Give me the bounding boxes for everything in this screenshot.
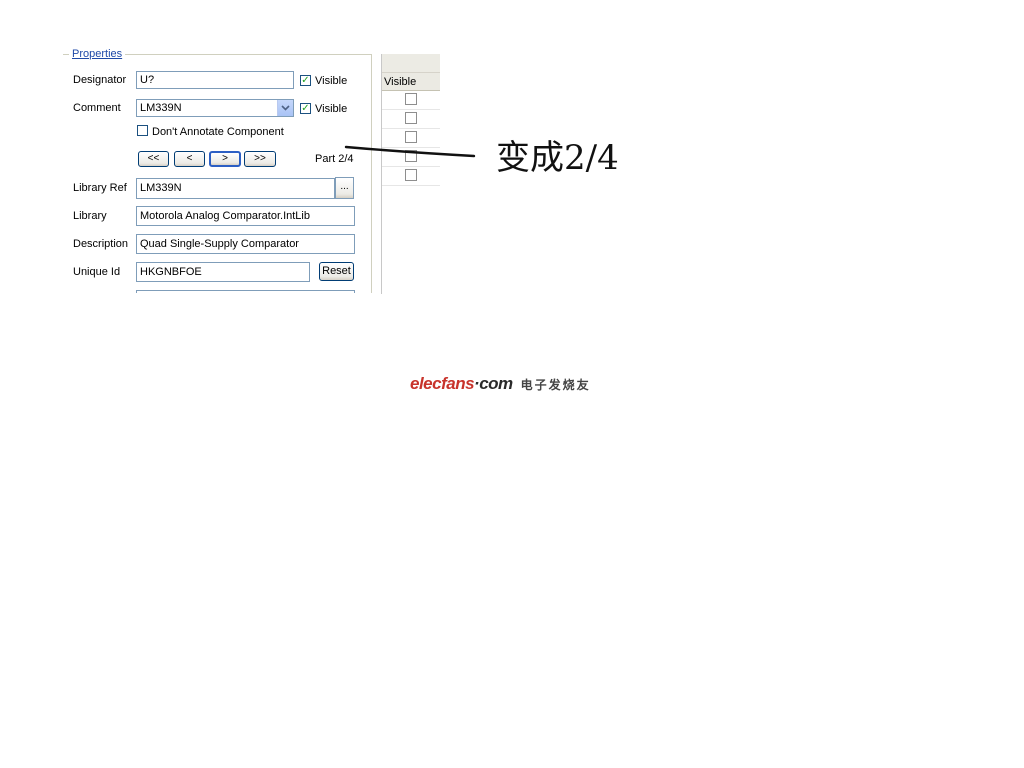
annotation-pointer-line <box>344 145 476 158</box>
grid-row-divider <box>382 128 440 129</box>
watermark-logo: elecfans·com <box>410 374 513 393</box>
checkmark-icon: ✓ <box>301 75 310 86</box>
comment-combo[interactable]: LM339N <box>136 99 294 117</box>
next-part-button[interactable]: > <box>209 151 241 167</box>
unique-id-reset-button[interactable]: Reset <box>319 262 354 281</box>
description-label: Description <box>73 238 129 250</box>
grid-row-visible-checkbox[interactable] <box>405 93 417 105</box>
unique-id-label: Unique Id <box>73 266 121 278</box>
comment-label: Comment <box>73 102 121 114</box>
dont-annotate-label: Don't Annotate Component <box>152 126 284 138</box>
library-label: Library <box>73 210 107 222</box>
designator-label: Designator <box>73 74 127 86</box>
library-ref-label: Library Ref <box>73 182 127 194</box>
comment-visible-checkbox[interactable]: ✓ <box>300 103 311 114</box>
comment-combo-value: LM339N <box>140 102 182 114</box>
designator-visible-checkbox[interactable]: ✓ <box>300 75 311 86</box>
previous-part-button[interactable]: < <box>174 151 205 167</box>
annotation-text: 变成2/4 <box>496 138 619 178</box>
library-ref-input[interactable]: LM339N <box>136 178 335 199</box>
last-part-button[interactable]: >> <box>244 151 276 167</box>
checkmark-icon: ✓ <box>301 103 310 114</box>
unique-id-input[interactable]: HKGNBFOE <box>136 262 310 282</box>
grid-row-visible-checkbox[interactable] <box>405 112 417 124</box>
grid-column-header-visible[interactable]: Visible <box>382 73 440 91</box>
grid-row-visible-checkbox[interactable] <box>405 169 417 181</box>
library-input[interactable]: Motorola Analog Comparator.IntLib <box>136 206 355 226</box>
watermark: elecfans·com 电子发烧友 <box>410 372 616 396</box>
comment-dropdown-button[interactable] <box>277 100 293 116</box>
designator-visible-label: Visible <box>315 75 348 87</box>
properties-group <box>63 54 372 293</box>
library-ref-browse-button[interactable]: ... <box>335 177 354 199</box>
chevron-down-icon <box>281 105 290 111</box>
description-input[interactable]: Quad Single-Supply Comparator <box>136 234 355 254</box>
grid-row-divider <box>382 166 440 167</box>
next-field-partial <box>136 290 355 293</box>
grid-toolbar-strip <box>382 54 440 73</box>
properties-group-title: Properties <box>69 48 126 61</box>
watermark-tagline: 电子发烧友 <box>520 377 591 392</box>
dont-annotate-checkbox[interactable] <box>137 125 148 136</box>
comment-visible-label: Visible <box>315 103 348 115</box>
first-part-button[interactable]: << <box>138 151 169 167</box>
grid-row-divider <box>382 185 440 186</box>
grid-row-divider <box>382 109 440 110</box>
designator-input[interactable]: U? <box>136 71 294 89</box>
